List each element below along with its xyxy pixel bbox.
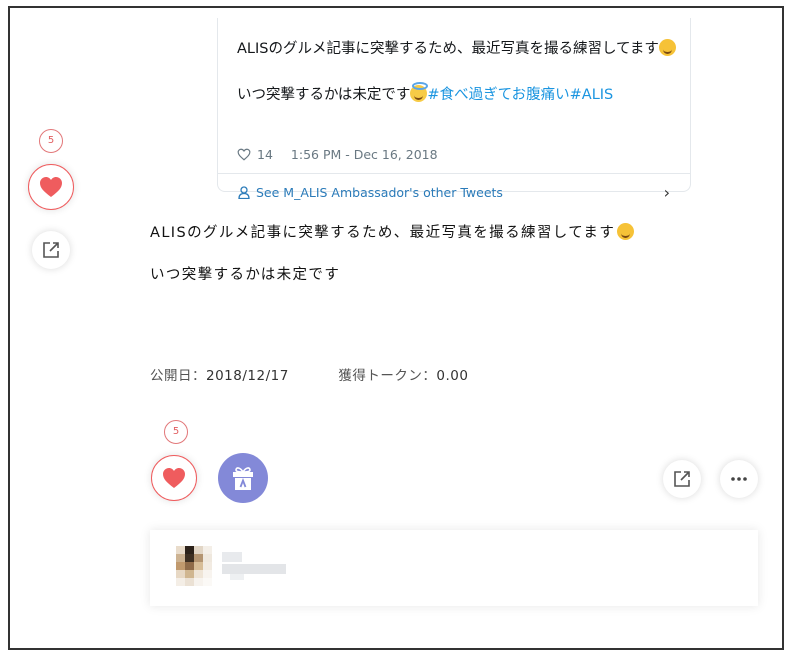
share-icon xyxy=(674,471,690,487)
person-icon xyxy=(238,185,250,199)
tweet-divider xyxy=(218,173,690,174)
tweet-line1: ALISのグルメ記事に突撃するため、最近写真を撮る練習してます xyxy=(237,41,659,57)
author-card[interactable] xyxy=(150,530,758,606)
more-horizontal-icon xyxy=(731,477,747,481)
article-paragraph-1-text: ALISのグルメ記事に突撃するため、最近写真を撮る練習してます xyxy=(150,225,616,241)
article-paragraph-2: いつ突撃するかは未定です xyxy=(150,267,341,283)
side-like-count: 5 xyxy=(39,129,63,153)
published-label: 公開日： xyxy=(150,368,206,384)
smiling-face-with-halo-icon xyxy=(410,82,429,102)
tweet-text: ALISのグルメ記事に突撃するため、最近写真を撮る練習してます いつ突撃するかは… xyxy=(237,38,677,107)
tweet-footer-link[interactable]: See M_ALIS Ambassador's other Tweets › xyxy=(238,181,670,203)
rolling-on-floor-laughing-icon xyxy=(658,39,676,56)
published-date: 2018/12/17 xyxy=(206,368,289,384)
article-paragraph-1: ALISのグルメ記事に突撃するため、最近写真を撮る練習してます xyxy=(150,221,635,242)
tweet-hashtags[interactable]: #食べ過ぎてお腹痛い#ALIS xyxy=(427,87,613,103)
bottom-share-button[interactable] xyxy=(663,460,701,498)
side-like-button[interactable] xyxy=(28,164,74,210)
bottom-like-count: 5 xyxy=(164,420,188,444)
heart-icon xyxy=(163,468,185,488)
chevron-right-icon: › xyxy=(663,182,670,202)
gift-icon xyxy=(233,467,253,490)
article-meta: 公開日：2018/12/17 獲得トークン：0.00 xyxy=(150,364,468,384)
tweet-meta: 14 1:56 PM - Dec 16, 2018 xyxy=(237,147,438,162)
heart-icon xyxy=(40,177,62,197)
embedded-tweet[interactable]: ALISのグルメ記事に突撃するため、最近写真を撮る練習してます いつ突撃するかは… xyxy=(217,18,691,202)
token-value: 0.00 xyxy=(436,368,469,384)
bottom-like-button[interactable] xyxy=(151,455,197,501)
share-icon xyxy=(43,242,59,258)
token-label: 獲得トークン： xyxy=(338,368,437,384)
side-share-button[interactable] xyxy=(32,231,70,269)
tweet-line2: いつ突撃するかは未定です xyxy=(237,87,411,103)
tweet-like-count: 14 xyxy=(257,147,273,162)
heart-outline-icon[interactable] xyxy=(237,148,251,161)
rolling-on-floor-laughing-icon xyxy=(617,223,635,240)
tweet-footer-label: See M_ALIS Ambassador's other Tweets xyxy=(256,184,503,200)
tip-button[interactable] xyxy=(218,453,268,503)
more-options-button[interactable] xyxy=(720,460,758,498)
avatar[interactable] xyxy=(176,546,212,586)
tweet-timestamp[interactable]: 1:56 PM - Dec 16, 2018 xyxy=(291,147,438,162)
